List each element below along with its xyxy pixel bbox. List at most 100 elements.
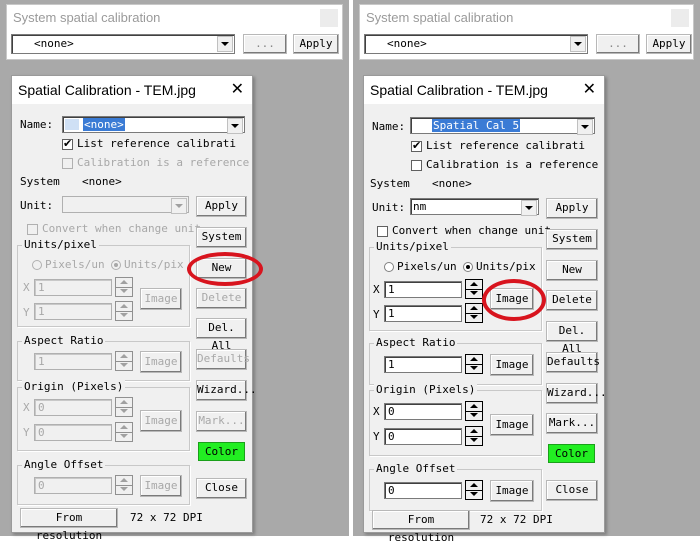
name-select[interactable]: <none> (62, 116, 245, 134)
aspect-ratio-input[interactable]: 1 (384, 356, 462, 373)
apply-button[interactable]: Apply (196, 196, 247, 217)
defaults-button[interactable]: Defaults (196, 349, 250, 370)
chevron-down-icon[interactable] (227, 118, 243, 134)
list-reference-checkbox[interactable] (411, 139, 422, 152)
chevron-down-icon[interactable] (217, 36, 233, 52)
system-calibration-select[interactable]: <none> (364, 34, 588, 54)
spin-down-icon[interactable] (466, 490, 482, 499)
name-select[interactable]: Spatial Cal 5 (410, 117, 595, 135)
mark-button[interactable]: Mark... (196, 411, 247, 432)
system-button[interactable]: System (546, 229, 598, 250)
y-label: Y (23, 306, 30, 319)
units-pixel-y-input[interactable]: 1 (34, 303, 112, 320)
delete-all-button[interactable]: Del. All (196, 318, 247, 352)
aspect-ratio-spinner[interactable] (115, 351, 133, 371)
x-label: X (373, 283, 380, 296)
spin-down-icon[interactable] (466, 436, 482, 445)
close-button[interactable]: Close (196, 478, 247, 499)
origin-image-button[interactable]: Image (490, 414, 534, 436)
convert-checkbox[interactable] (377, 226, 388, 237)
angle-offset-image-button[interactable]: Image (140, 475, 182, 497)
browse-button[interactable]: ... (243, 34, 287, 54)
origin-image-button[interactable]: Image (140, 410, 182, 432)
origin-x-input[interactable]: 0 (34, 399, 112, 416)
units-pixel-x-input[interactable]: 1 (384, 281, 462, 298)
browse-button[interactable]: ... (596, 34, 640, 54)
close-icon[interactable]: ✕ (231, 79, 244, 98)
units-per-pixel-radio[interactable] (463, 262, 473, 272)
units-per-pixel-radio[interactable] (111, 260, 121, 270)
delete-button[interactable]: Delete (546, 290, 598, 311)
window-control[interactable] (671, 9, 689, 27)
from-resolution-button[interactable]: From resolution (372, 510, 470, 544)
angle-offset-spinner[interactable] (465, 480, 483, 500)
spin-down-icon[interactable] (466, 289, 482, 298)
pixels-per-unit-radio[interactable] (384, 262, 394, 272)
chevron-down-icon[interactable] (570, 36, 586, 52)
unit-select[interactable]: nm (410, 198, 539, 216)
list-reference-checkbox[interactable] (62, 137, 73, 150)
spin-down-icon[interactable] (116, 361, 132, 370)
delete-button[interactable]: Delete (196, 288, 247, 309)
spin-down-icon[interactable] (116, 432, 132, 441)
calibration-reference-checkbox[interactable] (62, 158, 73, 169)
color-button[interactable]: Color (548, 444, 595, 463)
window-control[interactable] (320, 9, 338, 27)
chevron-down-icon[interactable] (171, 198, 187, 214)
aspect-ratio-image-button[interactable]: Image (140, 351, 182, 373)
origin-title: Origin (Pixels) (374, 383, 478, 396)
spin-down-icon[interactable] (466, 313, 482, 322)
aspect-ratio-image-button[interactable]: Image (490, 354, 534, 376)
units-pixel-y-spinner[interactable] (115, 301, 133, 321)
origin-y-input[interactable]: 0 (384, 428, 462, 445)
origin-y-input[interactable]: 0 (34, 424, 112, 441)
unit-select[interactable] (62, 196, 189, 214)
origin-y-spinner[interactable] (115, 422, 133, 442)
from-resolution-button[interactable]: From resolution (20, 508, 118, 542)
mark-button[interactable]: Mark... (546, 413, 598, 434)
aspect-ratio-input[interactable]: 1 (34, 353, 112, 370)
spin-down-icon[interactable] (116, 485, 132, 494)
angle-offset-input[interactable]: 0 (34, 477, 112, 494)
spin-down-icon[interactable] (116, 287, 132, 296)
units-pixel-y-spinner[interactable] (465, 303, 483, 323)
units-pixel-y-input[interactable]: 1 (384, 305, 462, 322)
system-button[interactable]: System (196, 227, 247, 248)
apply-button[interactable]: Apply (546, 198, 598, 219)
spin-down-icon[interactable] (116, 311, 132, 320)
pixels-per-unit-label: Pixels/un (397, 260, 457, 273)
new-button[interactable]: New (546, 260, 598, 281)
units-pixel-x-input[interactable]: 1 (34, 279, 112, 296)
system-calibration-select[interactable]: <none> (11, 34, 235, 54)
system-apply-button[interactable]: Apply (646, 34, 692, 54)
origin-y-spinner[interactable] (465, 426, 483, 446)
spin-down-icon[interactable] (466, 364, 482, 373)
dialog-title: Spatial Calibration - TEM.jpg (370, 82, 548, 98)
angle-offset-image-button[interactable]: Image (490, 480, 534, 502)
origin-x-input[interactable]: 0 (384, 403, 462, 420)
units-pixel-group: Units/pixel Pixels/un Units/pix X 1 Y 1 … (17, 238, 190, 327)
wizard-button[interactable]: Wizard... (196, 380, 257, 401)
calibration-reference-checkbox[interactable] (411, 160, 422, 171)
units-pixel-x-spinner[interactable] (465, 279, 483, 299)
units-pixel-image-button[interactable]: Image (140, 288, 182, 310)
system-apply-button[interactable]: Apply (293, 34, 339, 54)
color-button[interactable]: Color (198, 442, 245, 461)
convert-checkbox[interactable] (27, 224, 38, 235)
origin-x-spinner[interactable] (115, 397, 133, 417)
units-pixel-x-spinner[interactable] (115, 277, 133, 297)
close-icon[interactable]: ✕ (583, 79, 596, 98)
angle-offset-input[interactable]: 0 (384, 482, 462, 499)
origin-x-spinner[interactable] (465, 401, 483, 421)
aspect-ratio-spinner[interactable] (465, 354, 483, 374)
close-button[interactable]: Close (546, 480, 598, 501)
defaults-button[interactable]: Defaults (546, 352, 600, 373)
angle-offset-spinner[interactable] (115, 475, 133, 495)
pixels-per-unit-radio[interactable] (32, 260, 42, 270)
spin-down-icon[interactable] (116, 407, 132, 416)
spin-down-icon[interactable] (466, 411, 482, 420)
wizard-button[interactable]: Wizard... (546, 383, 607, 404)
delete-all-button[interactable]: Del. All (546, 321, 598, 355)
chevron-down-icon[interactable] (577, 119, 593, 135)
chevron-down-icon[interactable] (521, 200, 537, 216)
